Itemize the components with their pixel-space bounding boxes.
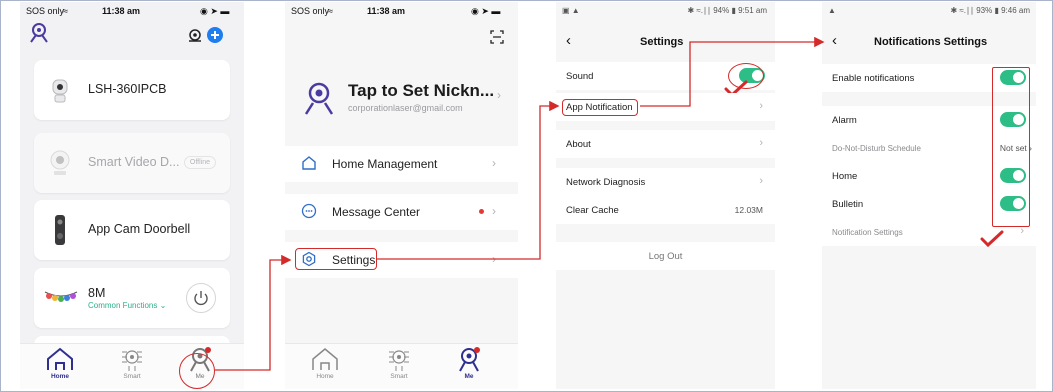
- chevron-right-icon: ›: [492, 252, 496, 266]
- menu-label: Home Management: [332, 157, 438, 171]
- back-icon[interactable]: ‹: [566, 32, 571, 49]
- row-label: Alarm: [832, 115, 857, 126]
- tab-label: Smart: [390, 373, 408, 380]
- tab-label: Home: [316, 373, 334, 380]
- status-time: 11:38 am: [102, 6, 141, 16]
- device-card[interactable]: App Cam Doorbell: [34, 200, 230, 260]
- smart-icon: [122, 350, 142, 371]
- camera-scan-icon[interactable]: [188, 28, 202, 42]
- row-about[interactable]: About ›: [556, 130, 775, 158]
- notifications-settings-screen: ▲ ✱ ≈.∣∣ 93% ▮ 9:46 am ‹ Notifications S…: [822, 2, 1036, 389]
- nickname[interactable]: Tap to Set Nickn...: [348, 81, 494, 101]
- row-label: Notification Settings: [832, 228, 903, 237]
- device-card[interactable]: 8M Common Functions ⌄: [34, 268, 230, 328]
- row-label: Enable notifications: [832, 73, 915, 84]
- me-icon: [459, 347, 480, 372]
- back-icon[interactable]: ‹: [832, 32, 837, 49]
- status-left-icons: ▣ ▲: [562, 6, 580, 15]
- status-bar: SOS only ≈ 11:38 am ◉ ➤ ▬: [285, 2, 518, 20]
- status-right: ✱ ≈.∣∣ 94% ▮ 9:51 am: [687, 6, 767, 15]
- ptz-camera-icon: [50, 78, 70, 104]
- tab-bar: Home Smart Me: [285, 343, 518, 389]
- carrier-text: SOS only: [26, 6, 65, 16]
- smart-camera-icon: [49, 150, 71, 176]
- menu-item-message-center[interactable]: Message Center ›: [285, 194, 518, 230]
- tab-label: Smart: [123, 373, 141, 380]
- device-name: App Cam Doorbell: [88, 222, 191, 236]
- logout-button[interactable]: Log Out: [556, 242, 775, 270]
- chevron-right-icon: ›: [759, 137, 763, 149]
- account-email: corporationlaser@gmail.com: [348, 103, 463, 113]
- avatar[interactable]: [301, 80, 337, 116]
- tab-label: Me: [464, 373, 474, 380]
- page-title: Settings: [640, 36, 684, 48]
- house-icon: [301, 155, 317, 171]
- device-card[interactable]: LSH-360IPCB: [34, 60, 230, 120]
- add-device-button[interactable]: [207, 27, 223, 43]
- home-screen: SOS only ≈ 11:38 am ◉ ➤ ▬ LSH-360IPCB Sm…: [20, 2, 244, 389]
- device-card[interactable]: Smart Video D... Offline: [34, 133, 230, 193]
- highlight-toggles: [992, 67, 1030, 227]
- device-name: Smart Video D...: [88, 155, 180, 169]
- highlight-me-tab: [179, 353, 215, 389]
- highlight-settings: [295, 248, 377, 270]
- status-left-icons: ▲: [828, 6, 836, 15]
- row-network-diagnosis[interactable]: Network Diagnosis ›: [556, 168, 775, 196]
- wifi-icon: ≈: [328, 6, 333, 16]
- power-button[interactable]: [186, 283, 216, 313]
- chevron-right-icon: ›: [492, 204, 496, 218]
- row-label: Bulletin: [832, 199, 864, 210]
- chevron-right-icon: ›: [759, 175, 763, 187]
- row-label: Home: [832, 171, 858, 182]
- tab-me[interactable]: Me: [447, 346, 491, 380]
- user-logo-icon[interactable]: [28, 22, 50, 44]
- chat-icon: [301, 203, 317, 219]
- tab-home[interactable]: Home: [38, 346, 82, 380]
- row-label: Do-Not-Disturb Schedule: [832, 144, 921, 153]
- tab-smart[interactable]: Smart: [110, 346, 154, 380]
- menu-item-home-management[interactable]: Home Management ›: [285, 146, 518, 182]
- device-name: 8M: [88, 286, 106, 300]
- tab-home[interactable]: Home: [303, 346, 347, 380]
- settings-screen: ▣ ▲ ✱ ≈.∣∣ 94% ▮ 9:51 am ‹ Settings Soun…: [556, 2, 775, 389]
- status-right: ✱ ≈.∣∣ 93% ▮ 9:46 am: [950, 6, 1030, 15]
- row-label: Clear Cache: [566, 205, 619, 216]
- checkmark-icon: [980, 230, 1004, 248]
- offline-badge: Offline: [183, 156, 216, 169]
- chevron-right-icon: ›: [759, 100, 763, 112]
- row-clear-cache[interactable]: Clear Cache 12.03M: [556, 196, 775, 224]
- status-icons: ◉ ➤ ▬: [200, 6, 230, 16]
- row-label: Sound: [566, 71, 594, 82]
- carrier-text: SOS only: [291, 6, 330, 16]
- highlight-app-notification: [562, 99, 638, 116]
- status-bar: SOS only ≈ 11:38 am ◉ ➤ ▬: [20, 2, 244, 20]
- menu-label: Message Center: [332, 205, 421, 219]
- unread-dot: [479, 209, 484, 214]
- row-label: Network Diagnosis: [566, 177, 646, 188]
- status-time: 11:38 am: [367, 6, 406, 16]
- common-functions-link[interactable]: Common Functions ⌄: [88, 301, 166, 310]
- wifi-icon: ≈: [63, 6, 68, 16]
- tab-smart[interactable]: Smart: [377, 346, 421, 380]
- chevron-right-icon[interactable]: ›: [497, 88, 501, 102]
- page-title: Notifications Settings: [874, 36, 988, 48]
- smart-icon: [389, 350, 409, 371]
- profile-screen: SOS only ≈ 11:38 am ◉ ➤ ▬ Tap to Set Nic…: [285, 2, 518, 389]
- status-icons: ◉ ➤ ▬: [471, 6, 501, 16]
- home-icon: [47, 347, 73, 370]
- row-label: About: [566, 139, 591, 150]
- status-bar: ▣ ▲ ✱ ≈.∣∣ 94% ▮ 9:51 am: [556, 2, 775, 20]
- chevron-right-icon: ›: [492, 156, 496, 170]
- device-name: LSH-360IPCB: [88, 82, 167, 96]
- light-string-icon: [44, 288, 78, 306]
- status-bar: ▲ ✱ ≈.∣∣ 93% ▮ 9:46 am: [822, 2, 1036, 20]
- home-icon: [312, 348, 338, 370]
- doorbell-icon: [54, 214, 66, 246]
- tab-label: Home: [50, 373, 70, 380]
- cache-size: 12.03M: [734, 205, 763, 215]
- scan-icon[interactable]: [490, 30, 504, 44]
